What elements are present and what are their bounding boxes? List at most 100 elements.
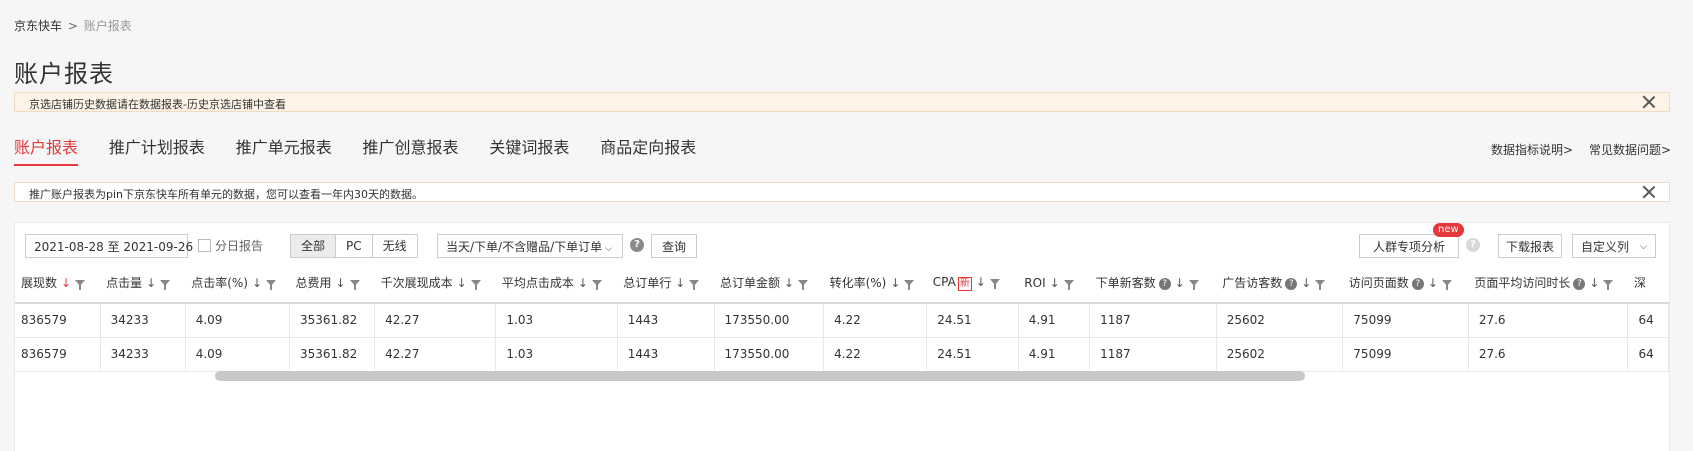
column-header[interactable]: 展现数 ↓	[15, 263, 101, 304]
sort-down-icon[interactable]: ↓	[675, 276, 685, 290]
table-cell: 75099	[1342, 303, 1469, 338]
table-cell: 4.91	[1018, 337, 1091, 372]
column-header-label: 总订单行	[623, 276, 672, 290]
help-icon[interactable]: ?	[1285, 278, 1298, 290]
table-row: 836579 34233 4.09 35361.82 42.27 1.03 14…	[15, 337, 1669, 372]
filter-icon[interactable]	[1441, 280, 1452, 290]
column-header[interactable]: 下单新客数? ↓	[1089, 263, 1217, 304]
sort-down-icon[interactable]: ↓	[1589, 276, 1599, 290]
filter-icon[interactable]	[591, 280, 602, 290]
tab-campaign-report[interactable]: 推广计划报表	[109, 134, 205, 164]
sort-down-icon[interactable]: ↓	[61, 276, 71, 290]
table-cell: 25602	[1216, 303, 1344, 338]
order-type-dropdown[interactable]: 当天/下单/不含赠品/下单订单 ⌵	[437, 234, 623, 258]
download-report-button[interactable]: 下载报表	[1498, 234, 1562, 258]
report-table: 展现数 ↓ 点击量 ↓ 点击率(%) ↓ 总费用 ↓ 千次展现成本 ↓ 平均点击成本 ↓ 总…	[15, 263, 1669, 372]
sort-down-icon[interactable]: ↓	[578, 276, 588, 290]
table-cell: 27.6	[1468, 337, 1629, 372]
column-header-label: 点击量	[106, 276, 143, 290]
daily-report-label: 分日报告	[215, 239, 264, 253]
column-header-label: 总费用	[295, 276, 332, 290]
table-row: 836579 34233 4.09 35361.82 42.27 1.03 14…	[15, 303, 1669, 338]
page-title: 账户报表	[14, 60, 114, 88]
sort-down-icon[interactable]: ↓	[1428, 276, 1438, 290]
filter-icon[interactable]	[470, 280, 481, 290]
help-icon[interactable]: ?	[1158, 278, 1171, 290]
segment-pc[interactable]: PC	[336, 235, 373, 257]
table-cell: 42.27	[374, 303, 497, 338]
sort-down-icon[interactable]: ↓	[336, 276, 346, 290]
table-cell: 35361.82	[289, 303, 376, 338]
sort-down-icon[interactable]: ↓	[146, 276, 156, 290]
sort-down-icon[interactable]: ↓	[784, 276, 794, 290]
help-icon[interactable]: ?	[1573, 278, 1586, 290]
column-header[interactable]: 深	[1627, 263, 1669, 304]
checkbox-box[interactable]	[198, 239, 211, 252]
filter-icon[interactable]	[349, 280, 360, 290]
date-range-picker[interactable]: 2021-08-28 至 2021-09-26	[25, 234, 193, 258]
help-icon[interactable]: ?	[1411, 278, 1424, 290]
column-header-label: 转化率(%)	[829, 276, 887, 290]
column-header[interactable]: 访问页面数? ↓	[1342, 263, 1469, 304]
metrics-explanation-link[interactable]: 数据指标说明>	[1491, 143, 1573, 157]
column-header[interactable]: CPA 新 ↓	[926, 263, 1019, 304]
column-header[interactable]: 总订单金额 ↓	[714, 263, 824, 304]
close-icon[interactable]	[1641, 184, 1657, 200]
table-cell: 35361.82	[289, 337, 376, 372]
column-header[interactable]: 转化率(%) ↓	[823, 263, 927, 304]
column-header[interactable]: 点击率(%) ↓	[185, 263, 290, 304]
filter-icon[interactable]	[160, 280, 171, 290]
tab-account-report[interactable]: 账户报表	[14, 134, 79, 166]
custom-columns-label: 自定义列	[1581, 240, 1630, 254]
filter-icon[interactable]	[75, 280, 86, 290]
help-icon[interactable]: ?	[1466, 238, 1480, 252]
filter-icon[interactable]	[798, 280, 809, 290]
report-table-wrapper: 展现数 ↓ 点击量 ↓ 点击率(%) ↓ 总费用 ↓ 千次展现成本 ↓ 平均点击成本 ↓ 总…	[15, 263, 1669, 377]
column-header[interactable]: 广告访客数? ↓	[1216, 263, 1343, 304]
column-header[interactable]: 平均点击成本 ↓	[495, 263, 618, 304]
column-header[interactable]: 点击量 ↓	[100, 263, 186, 304]
filter-icon[interactable]	[1188, 280, 1199, 290]
close-icon[interactable]	[1641, 94, 1657, 110]
query-button[interactable]: 查询	[651, 234, 697, 258]
sort-down-icon[interactable]: ↓	[457, 276, 467, 290]
chevron-down-icon: ⌵	[1640, 242, 1647, 252]
breadcrumb-root[interactable]: 京东快车	[14, 19, 62, 33]
horizontal-scrollbar[interactable]	[215, 371, 1305, 381]
filter-icon[interactable]	[266, 280, 277, 290]
filter-icon[interactable]	[1315, 280, 1326, 290]
account-report-notice-text: 推广账户报表为pin下京东快车所有单元的数据，您可以查看一年内30天的数据。	[29, 188, 424, 201]
sort-down-icon[interactable]: ↓	[252, 276, 262, 290]
column-header[interactable]: ROI ↓	[1018, 263, 1090, 304]
sort-down-icon[interactable]: ↓	[890, 276, 900, 290]
sort-down-icon[interactable]: ↓	[1175, 276, 1185, 290]
crowd-analysis-button[interactable]: 人群专项分析	[1359, 234, 1459, 258]
tab-keyword-report[interactable]: 关键词报表	[489, 134, 569, 164]
filter-icon[interactable]	[904, 280, 915, 290]
table-cell: 4.22	[823, 337, 928, 372]
column-header[interactable]: 总订单行 ↓	[617, 263, 714, 304]
column-header[interactable]: 千次展现成本 ↓	[374, 263, 496, 304]
tab-product-targeting-report[interactable]: 商品定向报表	[600, 134, 696, 164]
filter-icon[interactable]	[1603, 280, 1614, 290]
sort-down-icon[interactable]: ↓	[1301, 276, 1311, 290]
column-header-label: 总订单金额	[720, 276, 781, 290]
daily-report-checkbox[interactable]: 分日报告	[198, 237, 263, 254]
filter-icon[interactable]	[989, 278, 1000, 289]
filter-icon[interactable]	[1063, 279, 1074, 290]
filter-icon[interactable]	[689, 280, 700, 290]
segment-all[interactable]: 全部	[291, 235, 337, 257]
faq-link[interactable]: 常见数据问题>	[1589, 143, 1671, 157]
segment-wireless[interactable]: 无线	[373, 235, 417, 257]
column-header-label: 页面平均访问时长	[1474, 276, 1571, 290]
tab-creative-report[interactable]: 推广创意报表	[363, 134, 459, 164]
column-header[interactable]: 页面平均访问时长? ↓	[1468, 263, 1628, 304]
breadcrumb-separator: >	[67, 19, 78, 33]
table-cell: 1443	[617, 303, 715, 338]
column-header[interactable]: 总费用 ↓	[289, 263, 375, 304]
help-icon[interactable]: ?	[630, 238, 644, 252]
sort-down-icon[interactable]: ↓	[1050, 276, 1060, 290]
custom-columns-dropdown[interactable]: 自定义列 ⌵	[1572, 234, 1656, 258]
tab-unit-report[interactable]: 推广单元报表	[236, 134, 332, 164]
sort-down-icon[interactable]: ↓	[976, 275, 986, 289]
